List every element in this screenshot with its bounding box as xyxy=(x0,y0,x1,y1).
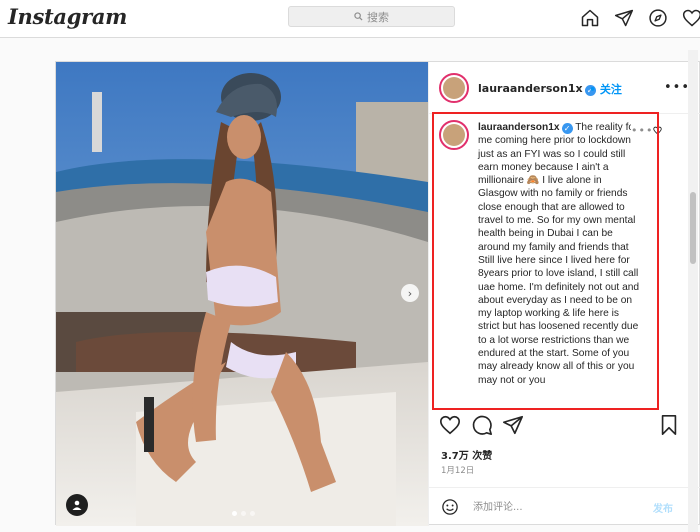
follow-button[interactable]: • 关注 xyxy=(589,81,622,97)
share-icon[interactable] xyxy=(502,414,524,436)
instagram-logo[interactable]: Instagram xyxy=(8,4,127,29)
carousel-dot xyxy=(250,511,255,516)
save-bookmark-icon[interactable] xyxy=(658,414,680,436)
person-icon xyxy=(72,500,82,510)
explore-icon[interactable] xyxy=(646,6,670,30)
caption-username[interactable]: lauraanderson1x xyxy=(478,122,560,133)
carousel-next-button[interactable]: › xyxy=(401,284,419,302)
post-comment-button[interactable]: 发布 xyxy=(653,500,673,515)
carousel-dot xyxy=(241,511,246,516)
post-sidebar: lauraanderson1x ✓ • 关注 ••• lauraanderson1… xyxy=(428,62,700,526)
nav-icons xyxy=(578,6,700,30)
search-icon xyxy=(354,12,363,21)
carousel-dot xyxy=(232,511,237,516)
username-text[interactable]: lauraanderson1x xyxy=(478,82,583,95)
comment-bar: 发布 xyxy=(429,487,700,526)
tagged-users-button[interactable] xyxy=(66,494,88,516)
caption-avatar[interactable] xyxy=(439,120,469,150)
more-options-icon[interactable]: ••• xyxy=(664,80,690,95)
like-heart-icon[interactable] xyxy=(439,414,461,436)
verified-badge-icon: ✓ xyxy=(561,123,573,135)
post-photo[interactable]: › xyxy=(56,62,428,526)
follow-separator: • xyxy=(589,83,597,96)
post-header: lauraanderson1x ✓ • 关注 ••• xyxy=(429,62,700,114)
likes-count[interactable]: 3.7万 次赞 xyxy=(441,447,492,462)
direct-message-icon[interactable] xyxy=(612,6,636,30)
caption-text: lauraanderson1x ✓ The reality for me comi… xyxy=(478,121,640,387)
activity-heart-icon[interactable] xyxy=(680,6,700,30)
scrollbar-thumb[interactable] xyxy=(690,192,696,264)
caption-more-icon[interactable]: ••• xyxy=(631,124,654,137)
search-box[interactable]: 搜索 xyxy=(288,6,455,27)
page-scrollbar[interactable] xyxy=(688,50,698,532)
comment-input[interactable] xyxy=(473,499,633,515)
avatar[interactable] xyxy=(439,73,469,103)
caption-like-heart-icon[interactable] xyxy=(653,126,662,135)
post-date[interactable]: 1月12日 xyxy=(441,464,474,476)
search-placeholder: 搜索 xyxy=(367,10,389,24)
home-icon[interactable] xyxy=(578,6,602,30)
caption-block: lauraanderson1x ✓ The reality for me comi… xyxy=(429,114,700,404)
carousel-indicator xyxy=(232,511,255,516)
post-card: › lauraanderson1x ✓ • 关注 ••• lauraanderso… xyxy=(55,61,700,526)
post-header-username[interactable]: lauraanderson1x ✓ xyxy=(478,82,596,96)
post-actions xyxy=(429,414,700,444)
caption-body: The reality for me coming here prior to … xyxy=(478,122,640,386)
emoji-icon[interactable] xyxy=(441,498,459,516)
top-navigation-bar: Instagram 搜索 xyxy=(0,0,700,38)
follow-label[interactable]: 关注 xyxy=(600,83,622,96)
comment-icon[interactable] xyxy=(471,414,493,436)
